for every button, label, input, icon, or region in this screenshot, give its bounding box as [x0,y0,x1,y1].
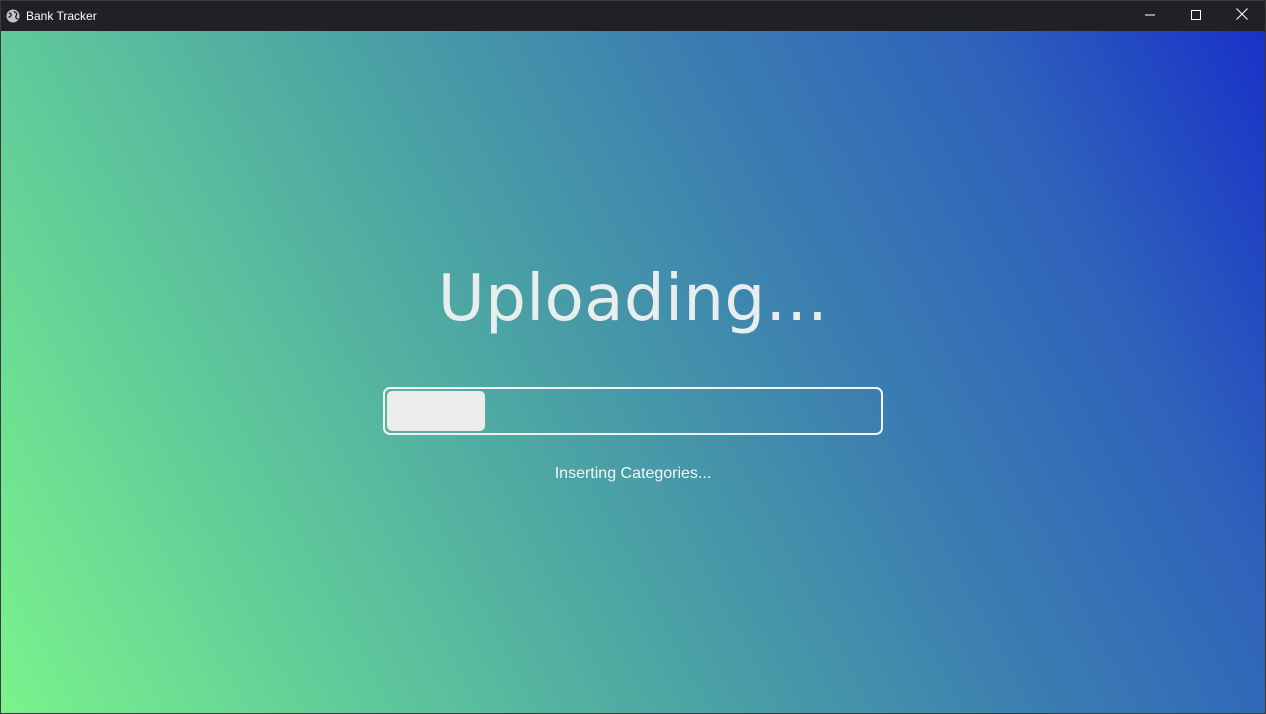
close-icon [1236,7,1248,25]
maximize-button[interactable] [1173,1,1219,31]
title-bar[interactable]: Bank Tracker [1,1,1265,31]
close-button[interactable] [1219,1,1265,31]
upload-progress-fill [387,391,486,431]
window-title: Bank Tracker [26,9,97,23]
app-window: Bank Tracker Uploading... Inserting Cate… [0,0,1266,714]
upload-progress-bar [383,387,883,435]
minimize-button[interactable] [1127,1,1173,31]
maximize-icon [1191,7,1201,25]
window-controls [1127,1,1265,31]
minimize-icon [1145,7,1155,25]
upload-status-text: Inserting Categories... [554,465,712,482]
uploading-heading: Uploading... [437,262,829,336]
globe-icon [6,9,20,23]
upload-screen: Uploading... Inserting Categories... [1,31,1265,713]
